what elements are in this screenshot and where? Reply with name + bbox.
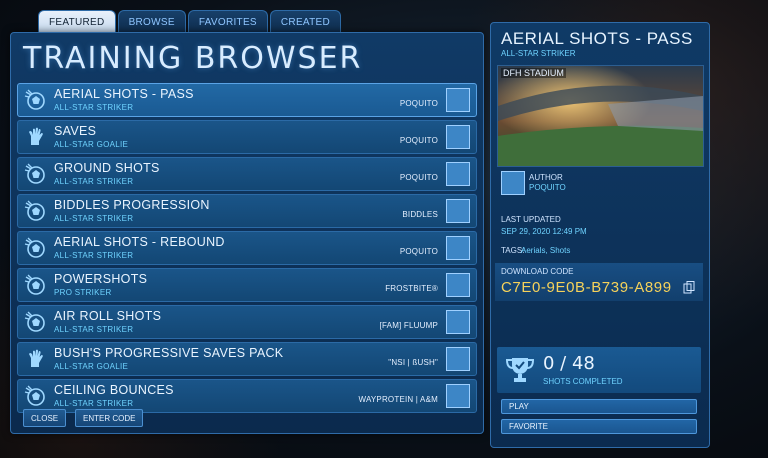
- pack-author: [FAM] FLUUMP: [379, 321, 438, 330]
- training-pack-row[interactable]: AERIAL SHOTS - REBOUND ALL-STAR STRIKER PO…: [17, 231, 477, 265]
- detail-difficulty: ALL-STAR STRIKER: [501, 49, 576, 58]
- author-avatar-button[interactable]: [446, 125, 470, 149]
- author-avatar-button[interactable]: [446, 310, 470, 334]
- author-avatar-button[interactable]: [446, 88, 470, 112]
- play-button[interactable]: PLAY: [501, 399, 697, 414]
- download-code-box: DOWNLOAD CODE C7E0-9E0B-B739-A899: [495, 263, 703, 301]
- ball-strike-icon: [24, 273, 48, 297]
- pack-difficulty: ALL-STAR STRIKER: [54, 103, 134, 112]
- shots-completed-label: SHOTS COMPLETED: [543, 377, 623, 386]
- pack-author: FROSTBITE®: [385, 284, 438, 293]
- pack-difficulty: ALL-STAR GOALIE: [54, 140, 129, 149]
- pack-difficulty: ALL-STAR STRIKER: [54, 325, 134, 334]
- updated-label: LAST UPDATED: [501, 215, 561, 224]
- author-label: AUTHOR: [529, 173, 563, 182]
- ball-strike-icon: [24, 199, 48, 223]
- trophy-icon: [505, 358, 535, 382]
- pack-name: POWERSHOTS: [54, 272, 148, 286]
- pack-difficulty: ALL-STAR STRIKER: [54, 214, 134, 223]
- pack-difficulty: ALL-STAR STRIKER: [54, 251, 134, 260]
- shots-count: 0 / 48: [543, 353, 595, 374]
- favorite-button[interactable]: FAVORITE: [501, 419, 697, 434]
- training-pack-row[interactable]: BIDDLES PROGRESSION ALL-STAR STRIKER BIDDL…: [17, 194, 477, 228]
- tab-favorites[interactable]: FAVORITES: [187, 10, 268, 33]
- training-pack-row[interactable]: CEILING BOUNCES ALL-STAR STRIKER WAYPROTEI…: [17, 379, 477, 413]
- stadium-image: [498, 66, 703, 166]
- pack-name: BUSH'S PROGRESSIVE SAVES PACK: [54, 346, 284, 360]
- enter-code-button[interactable]: ENTER CODE: [75, 409, 144, 427]
- training-pack-row[interactable]: SAVES ALL-STAR GOALIE POQUITO: [17, 120, 477, 154]
- author-avatar[interactable]: [501, 171, 525, 195]
- tab-featured[interactable]: FEATURED: [38, 10, 116, 33]
- goalie-glove-icon: [24, 347, 48, 371]
- author-avatar-button[interactable]: [446, 273, 470, 297]
- arena-name: DFH STADIUM: [501, 68, 566, 78]
- arena-preview-image: DFH STADIUM: [497, 65, 704, 167]
- author-avatar-button[interactable]: [446, 347, 470, 371]
- pack-name: GROUND SHOTS: [54, 161, 160, 175]
- author-name[interactable]: POQUITO: [529, 183, 566, 192]
- pack-name: AERIAL SHOTS - PASS: [54, 87, 194, 101]
- tab-bar: FEATURED BROWSE FAVORITES CREATED: [38, 10, 342, 33]
- training-pack-list: AERIAL SHOTS - PASS ALL-STAR STRIKER POQUI…: [17, 83, 477, 416]
- ball-strike-icon: [24, 310, 48, 334]
- download-code[interactable]: C7E0-9E0B-B739-A899: [501, 279, 672, 296]
- pack-name: SAVES: [54, 124, 97, 138]
- ball-strike-icon: [24, 384, 48, 408]
- download-code-label: DOWNLOAD CODE: [501, 267, 574, 276]
- ball-strike-icon: [24, 236, 48, 260]
- shots-completed-value: 0: [543, 353, 555, 374]
- training-pack-row[interactable]: POWERSHOTS PRO STRIKER FROSTBITE®: [17, 268, 477, 302]
- pack-name: AERIAL SHOTS - REBOUND: [54, 235, 225, 249]
- training-pack-row[interactable]: BUSH'S PROGRESSIVE SAVES PACK ALL-STAR GO…: [17, 342, 477, 376]
- training-browser-panel: TRAINING BROWSER AERIAL SHOTS - PASS ALL-…: [10, 32, 484, 434]
- pack-author: POQUITO: [399, 173, 438, 182]
- page-title: TRAINING BROWSER: [23, 41, 363, 76]
- ball-strike-icon: [24, 88, 48, 112]
- goalie-glove-icon: [24, 125, 48, 149]
- pack-difficulty: ALL-STAR STRIKER: [54, 177, 134, 186]
- training-pack-row[interactable]: AERIAL SHOTS - PASS ALL-STAR STRIKER POQUI…: [17, 83, 477, 117]
- pack-author: POQUITO: [399, 136, 438, 145]
- pack-difficulty: ALL-STAR STRIKER: [54, 399, 134, 408]
- pack-difficulty: ALL-STAR GOALIE: [54, 362, 129, 371]
- training-pack-row[interactable]: AIR ROLL SHOTS ALL-STAR STRIKER [FAM] FLUU…: [17, 305, 477, 339]
- pack-name: CEILING BOUNCES: [54, 383, 174, 397]
- updated-value: SEP 29, 2020 12:49 PM: [501, 227, 587, 236]
- author-avatar-button[interactable]: [446, 199, 470, 223]
- pack-name: BIDDLES PROGRESSION: [54, 198, 210, 212]
- pack-difficulty: PRO STRIKER: [54, 288, 112, 297]
- pack-detail-panel: AERIAL SHOTS - PASS ALL-STAR STRIKER DFH…: [490, 22, 710, 448]
- pack-author: POQUITO: [399, 99, 438, 108]
- tab-created[interactable]: CREATED: [269, 10, 342, 33]
- author-avatar-button[interactable]: [446, 384, 470, 408]
- training-pack-row[interactable]: GROUND SHOTS ALL-STAR STRIKER POQUITO: [17, 157, 477, 191]
- shots-completed-box: 0 / 48 SHOTS COMPLETED: [497, 347, 701, 393]
- pack-author: BIDDLES: [402, 210, 438, 219]
- pack-author: "NSI | ßUSH": [388, 358, 438, 367]
- shots-total-value: 48: [571, 353, 595, 374]
- ball-strike-icon: [24, 162, 48, 186]
- pack-name: AIR ROLL SHOTS: [54, 309, 162, 323]
- author-avatar-button[interactable]: [446, 236, 470, 260]
- pack-author: POQUITO: [399, 247, 438, 256]
- author-avatar-button[interactable]: [446, 162, 470, 186]
- copy-icon[interactable]: [683, 281, 695, 294]
- detail-title: AERIAL SHOTS - PASS: [501, 29, 693, 48]
- pack-author: WAYPROTEIN | A&M: [358, 395, 438, 404]
- tags-value: Aerials, Shots: [521, 246, 571, 255]
- tab-browse[interactable]: BROWSE: [117, 10, 186, 33]
- close-button[interactable]: CLOSE: [23, 409, 67, 427]
